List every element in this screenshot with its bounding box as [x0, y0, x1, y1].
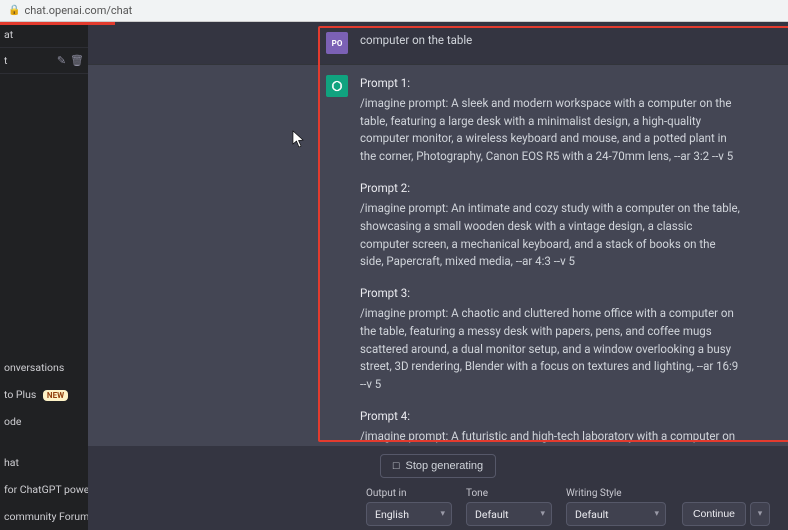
style-select[interactable]: Default ▾	[566, 502, 666, 526]
sidebar-link-label: for ChatGPT powered	[4, 483, 88, 496]
tone-select[interactable]: Default ▾	[466, 502, 552, 526]
edit-icon[interactable]: ✎	[57, 54, 66, 67]
continue-label: Continue	[693, 508, 735, 520]
style-group: Writing Style Default ▾	[566, 488, 666, 526]
sidebar-link-label: to Plus	[4, 388, 36, 401]
sidebar-link-label: hat	[4, 456, 19, 469]
options-row: Output in English ▾ Tone Default ▾ Writi…	[88, 488, 788, 526]
chevron-down-icon: ▾	[540, 509, 545, 519]
style-label: Writing Style	[566, 488, 666, 499]
new-badge: NEW	[43, 390, 68, 401]
avatar-initials: PO	[332, 39, 343, 48]
stop-row: □ Stop generating	[88, 454, 788, 478]
sidebar-top-label: at	[4, 28, 13, 41]
tone-value: Default	[475, 508, 509, 521]
sidebar-link-upgrade[interactable]: to Plus NEW	[0, 381, 88, 408]
tone-group: Tone Default ▾	[466, 488, 552, 526]
continue-button[interactable]: Continue	[682, 502, 746, 526]
avatar-assistant	[326, 75, 348, 97]
prompt-body: /imagine prompt: A sleek and modern work…	[360, 95, 740, 166]
main-area: PO computer on the table Prompt 1: /imag…	[88, 22, 788, 530]
sidebar-link-forum[interactable]: community Forum	[0, 503, 88, 530]
stop-icon: □	[393, 460, 400, 472]
bottom-controls: □ Stop generating Output in English ▾ To…	[88, 446, 788, 530]
prompt-title: Prompt 1:	[360, 75, 740, 93]
browser-url-bar[interactable]: 🔒 chat.openai.com/chat	[0, 0, 788, 22]
style-value: Default	[575, 508, 609, 521]
stop-generating-button[interactable]: □ Stop generating	[380, 454, 496, 478]
sidebar-link-powered[interactable]: for ChatGPT powered	[0, 476, 88, 503]
output-in-value: English	[375, 508, 409, 521]
prompt-title: Prompt 4:	[360, 408, 740, 426]
message-user: PO computer on the table	[88, 22, 788, 64]
output-in-group: Output in English ▾	[366, 488, 452, 526]
stop-label: Stop generating	[405, 460, 483, 472]
sidebar-link-label: ode	[4, 415, 21, 428]
user-message-text: computer on the table	[360, 32, 770, 54]
sidebar-active-label: t	[4, 54, 7, 67]
prompt-title: Prompt 3:	[360, 285, 740, 303]
sidebar-divider	[0, 435, 88, 449]
openai-icon	[330, 79, 344, 93]
output-in-select[interactable]: English ▾	[366, 502, 452, 526]
annotation-underline	[0, 22, 115, 25]
sidebar-item-actions: ✎ 🗑	[57, 54, 84, 67]
prompt-body: /imagine prompt: A chaotic and cluttered…	[360, 305, 740, 394]
tone-label: Tone	[466, 488, 552, 499]
sidebar-link-label: community Forum	[4, 510, 88, 523]
chevron-down-icon: ▾	[654, 509, 659, 519]
url-text: chat.openai.com/chat	[24, 4, 132, 17]
sidebar-link-label: onversations	[4, 361, 64, 374]
chevron-down-icon: ▾	[440, 509, 445, 519]
app-frame: at t ✎ 🗑 onversations to Plus NEW ode ha…	[0, 22, 788, 530]
trash-icon[interactable]: 🗑	[70, 54, 84, 67]
sidebar-link-hat[interactable]: hat	[0, 449, 88, 476]
sidebar-new-chat[interactable]: at	[0, 22, 88, 48]
sidebar-link-mode[interactable]: ode	[0, 408, 88, 435]
sidebar-spacer	[0, 74, 88, 354]
prompt-title: Prompt 2:	[360, 180, 740, 198]
output-in-label: Output in	[366, 488, 452, 499]
sidebar: at t ✎ 🗑 onversations to Plus NEW ode ha…	[0, 22, 88, 530]
prompt-body: /imagine prompt: An intimate and cozy st…	[360, 200, 740, 271]
sidebar-active-conversation[interactable]: t ✎ 🗑	[0, 48, 88, 74]
continue-group: Continue ▾	[682, 502, 770, 526]
sidebar-link-conversations[interactable]: onversations	[0, 354, 88, 381]
avatar-user: PO	[326, 32, 348, 54]
lock-icon: 🔒	[8, 5, 20, 16]
continue-dropdown[interactable]: ▾	[750, 502, 770, 526]
chevron-down-icon: ▾	[758, 509, 763, 519]
